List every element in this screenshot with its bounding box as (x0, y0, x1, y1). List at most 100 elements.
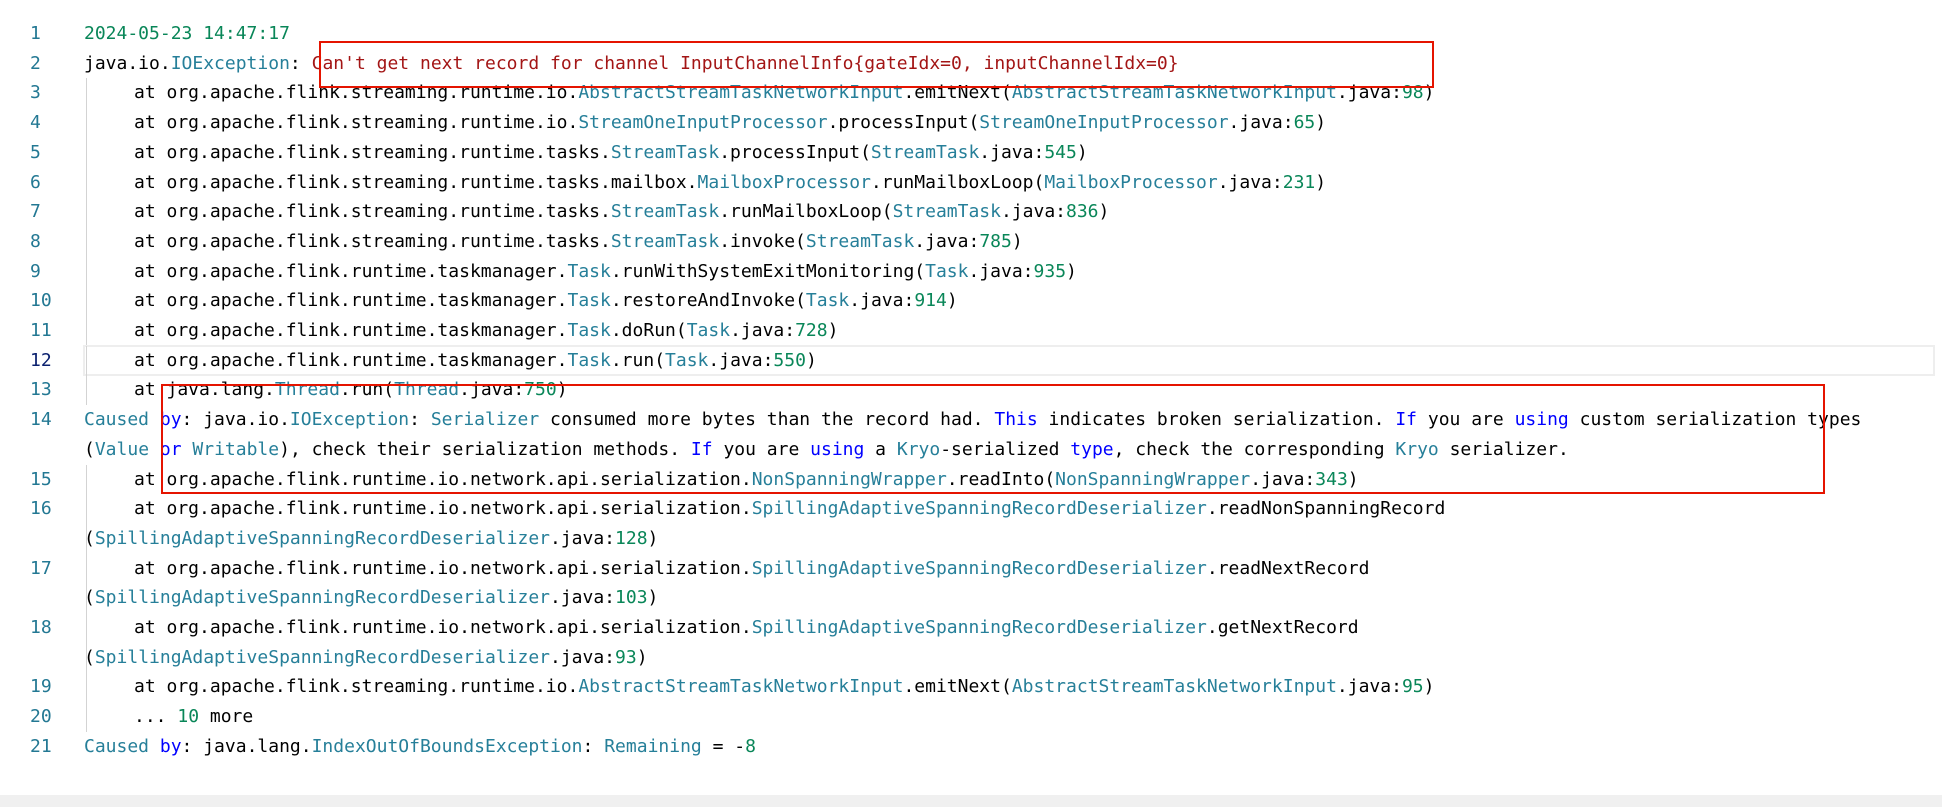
indent-guide (86, 464, 87, 495)
token: you are (712, 438, 811, 460)
token: .java: (1336, 676, 1402, 698)
code-line-1[interactable]: 1 2024-05-23 14:47:17 (0, 19, 1942, 49)
token: Thread (274, 379, 340, 401)
token: 8 (745, 735, 756, 757)
line-number: 17 (30, 557, 52, 579)
line-number: 16 (30, 498, 52, 520)
token: at org.apache.flink.streaming.runtime.ta… (134, 230, 611, 252)
token: or (159, 438, 182, 460)
token: 93 (615, 646, 637, 668)
token: ) (1423, 676, 1435, 698)
token: .emitNext( (903, 82, 1012, 104)
token: : java.lang. (181, 735, 312, 757)
line-content: at org.apache.flink.runtime.io.network.a… (84, 613, 1934, 672)
code-line-13[interactable]: 13 at java.lang.Thread.run(Thread.java:75… (0, 375, 1942, 406)
code-line-12[interactable]: 12 at org.apache.flink.runtime.taskmanage… (0, 344, 1942, 377)
code-line-18[interactable]: 18 at org.apache.flink.runtime.io.network… (0, 613, 1942, 673)
code-line-14[interactable]: 14 Caused by: java.io.IOException: Serial… (0, 405, 1942, 464)
token: : java.io. (181, 409, 290, 431)
token: : (409, 409, 431, 431)
token: 95 (1401, 676, 1424, 698)
line-content: at java.lang.Thread.run(Thread.java:750) (84, 375, 1934, 405)
token: you are (1417, 409, 1515, 431)
code-line-3[interactable]: 3 at org.apache.flink.streaming.runtime.i… (0, 78, 1942, 109)
code-line-20[interactable]: 20... 10 more (0, 702, 1942, 732)
line-content: at org.apache.flink.streaming.runtime.ta… (84, 168, 1934, 198)
code-line-10[interactable]: 10 at org.apache.flink.runtime.taskmanage… (0, 286, 1942, 317)
line-content: at org.apache.flink.streaming.runtime.ta… (84, 138, 1934, 168)
token: ) (1076, 141, 1088, 163)
token: 98 (1401, 82, 1424, 104)
token: .java: (914, 230, 980, 252)
token: 750 (524, 379, 557, 401)
indent-guide (86, 78, 87, 109)
token: .runWithSystemExitMonitoring( (610, 260, 926, 282)
code-line-21[interactable]: 21 Caused by: java.lang.IndexOutOfBoundsE… (0, 732, 1942, 762)
token: ) (556, 379, 568, 401)
line-content: 2024-05-23 14:47:17 (84, 19, 1934, 49)
code-line-7[interactable]: 7 at org.apache.flink.streaming.runtime.t… (0, 197, 1942, 227)
token: , check the corresponding (1113, 438, 1396, 460)
token: .processInput( (719, 141, 871, 163)
token: serializer. (1438, 438, 1569, 460)
token: Caused (84, 409, 160, 431)
line-content: Caused by: java.io.IOException: Serializ… (84, 405, 1934, 464)
token: ) (827, 320, 839, 342)
token: This (994, 409, 1038, 431)
code-line-8[interactable]: 8 at org.apache.flink.streaming.runtime.t… (0, 226, 1942, 257)
code-line-5[interactable]: 5 at org.apache.flink.streaming.runtime.t… (0, 137, 1942, 168)
code-editor[interactable]: 1 2024-05-23 14:47:17 2 java.io.IOException… (0, 19, 1942, 762)
token: SpillingAdaptiveSpanningRecordDeserializ… (94, 527, 550, 549)
code-line-2[interactable]: 2 java.io.IOException: Can't get next rec… (0, 49, 1942, 79)
code-line-19[interactable]: 19 at org.apache.flink.streaming.runtime.… (0, 672, 1942, 703)
code-line-9[interactable]: 9 at org.apache.flink.runtime.taskmanager… (0, 256, 1942, 287)
token: Thread (394, 379, 460, 401)
code-line-4[interactable]: 4 at org.apache.flink.streaming.runtime.i… (0, 108, 1942, 138)
indent-guide (86, 286, 87, 317)
token: indicates broken serialization. (1037, 409, 1396, 431)
token: at org.apache.flink.streaming.runtime.ta… (134, 201, 611, 223)
horizontal-scrollbar[interactable] (0, 795, 1942, 807)
line-content: Caused by: java.lang.IndexOutOfBoundsExc… (84, 732, 1934, 762)
token: .run( (339, 379, 395, 401)
token: StreamOneInputProcessor (578, 112, 828, 134)
token: 550 (773, 349, 806, 371)
token: IndexOutOfBoundsException (311, 735, 583, 757)
token: Serializer (430, 409, 540, 431)
code-line-15[interactable]: 15 at org.apache.flink.runtime.io.network… (0, 464, 1942, 495)
token: consumed more bytes than the record had. (539, 409, 995, 431)
code-line-6[interactable]: 6 at org.apache.flink.streaming.runtime.t… (0, 167, 1942, 198)
code-line-11[interactable]: 11 at org.apache.flink.runtime.taskmanage… (0, 316, 1942, 346)
token: Caused (84, 735, 160, 757)
indent-guide (86, 553, 87, 614)
token: Can't get next record for channel InputC… (311, 52, 1179, 74)
token: at org.apache.flink.runtime.taskmanager. (134, 349, 568, 371)
code-line-16[interactable]: 16 at org.apache.flink.runtime.io.network… (0, 494, 1942, 554)
token: If (1395, 409, 1418, 431)
line-number: 7 (30, 201, 41, 223)
code-line-17[interactable]: 17 at org.apache.flink.runtime.io.network… (0, 553, 1942, 614)
token: at org.apache.flink.runtime.taskmanager. (134, 320, 568, 342)
token: SpillingAdaptiveSpanningRecordDeserializ… (94, 646, 550, 668)
token: 10 (177, 706, 200, 728)
token: NonSpanningWrapper (751, 468, 947, 490)
line-number: 10 (30, 290, 52, 312)
line-content: at org.apache.flink.runtime.io.network.a… (84, 465, 1934, 495)
token: ) (1011, 230, 1023, 252)
token: : (582, 735, 605, 757)
line-content: at org.apache.flink.streaming.runtime.ta… (84, 197, 1934, 227)
token: at org.apache.flink.streaming.runtime.ta… (134, 171, 698, 193)
line-number: 18 (30, 617, 52, 639)
token: ) (636, 646, 648, 668)
token: Task (567, 260, 611, 282)
line-number: 3 (30, 82, 41, 104)
token: at org.apache.flink.runtime.io.network.a… (134, 468, 752, 490)
token: StreamTask (610, 201, 720, 223)
line-content: at org.apache.flink.streaming.runtime.io… (84, 672, 1934, 702)
line-number: 11 (30, 320, 52, 342)
token: type (1070, 438, 1114, 460)
token: 103 (615, 587, 648, 609)
line-number: 20 (30, 706, 52, 728)
token: .runMailboxLoop( (870, 171, 1045, 193)
